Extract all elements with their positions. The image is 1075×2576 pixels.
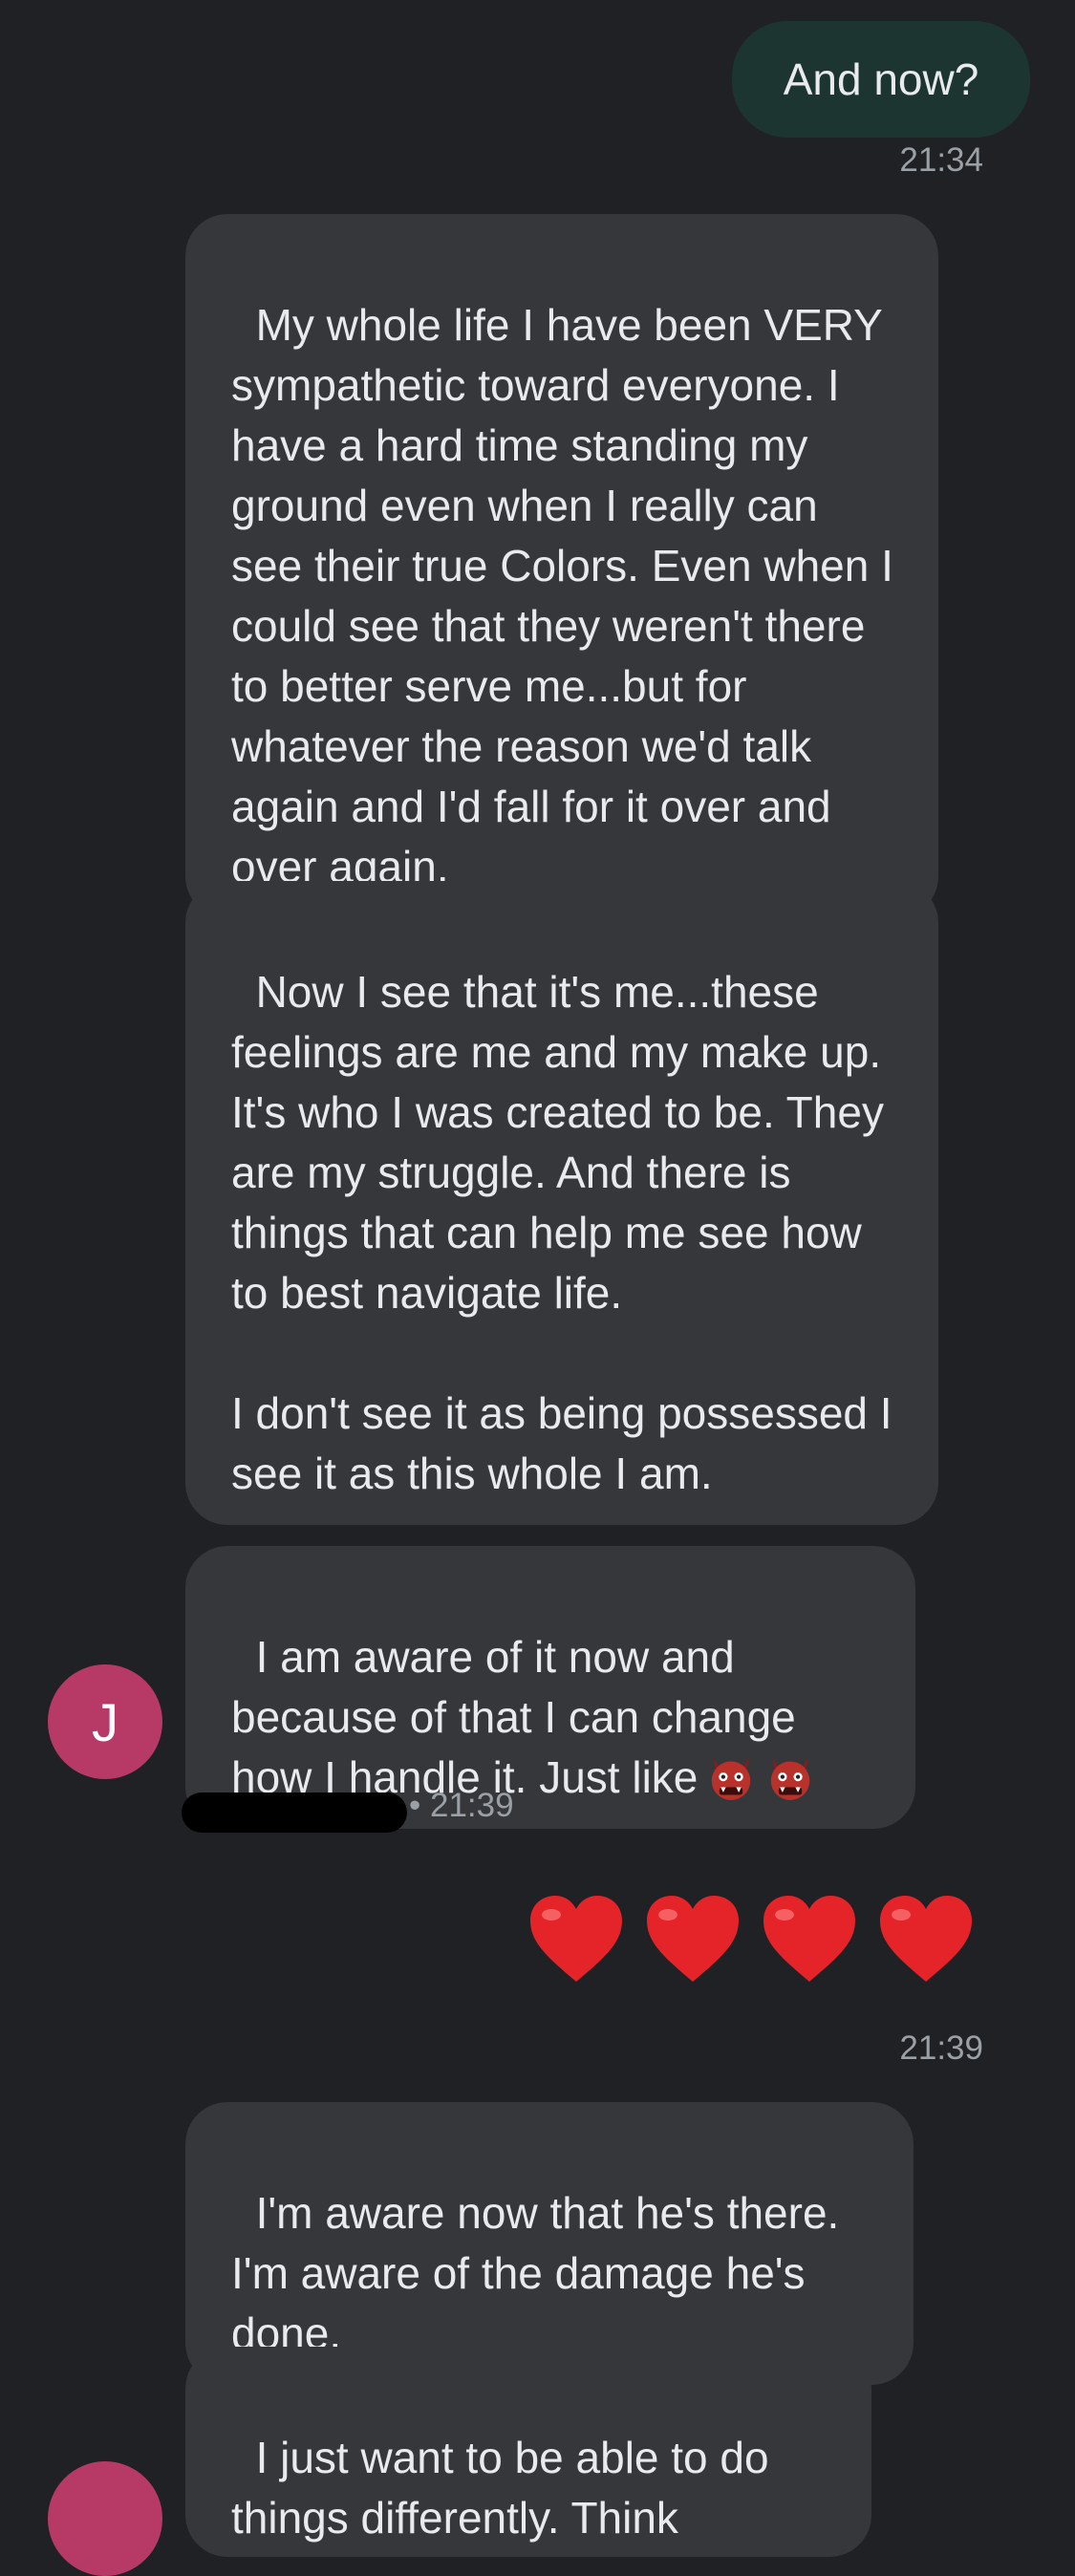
avatar-initial: J [92, 1691, 118, 1752]
sent-message-bubble[interactable]: And now? [732, 21, 1030, 138]
ogre-emoji [712, 1757, 751, 1800]
contact-avatar[interactable]: J [48, 1664, 162, 1779]
received-message-text: My whole life I have been VERY sympathet… [231, 300, 906, 891]
red-heart-emoji [880, 1896, 972, 1982]
message-timestamp: 21:39 [899, 2029, 983, 2067]
received-message-text: I'm aware now that he's there. I'm aware… [231, 2188, 840, 2358]
red-heart-emoji [530, 1896, 622, 1982]
received-message-bubble[interactable]: I just want to be able to do things diff… [185, 2347, 871, 2557]
contact-avatar[interactable] [48, 2461, 162, 2576]
sent-message-text: And now? [783, 54, 979, 104]
sender-timestamp: • 21:39 [409, 1787, 514, 1824]
received-message-bubble[interactable]: I'm aware now that he's there. I'm aware… [185, 2102, 914, 2385]
received-message-bubble[interactable]: My whole life I have been VERY sympathet… [185, 214, 938, 918]
red-heart-emoji [647, 1896, 739, 1982]
ogre-emoji [771, 1757, 810, 1800]
received-message-text: I just want to be able to do things diff… [231, 2433, 782, 2543]
received-message-text: Now I see that it's me...these feelings … [231, 967, 892, 1498]
red-heart-emoji [763, 1896, 855, 1982]
redacted-sender-name [182, 1792, 407, 1833]
sent-emoji-message[interactable] [527, 1894, 976, 1986]
message-timestamp: 21:34 [899, 141, 983, 179]
received-message-bubble[interactable]: Now I see that it's me...these feelings … [185, 881, 938, 1525]
received-message-bubble[interactable]: I am aware of it now and because of that… [185, 1546, 915, 1829]
